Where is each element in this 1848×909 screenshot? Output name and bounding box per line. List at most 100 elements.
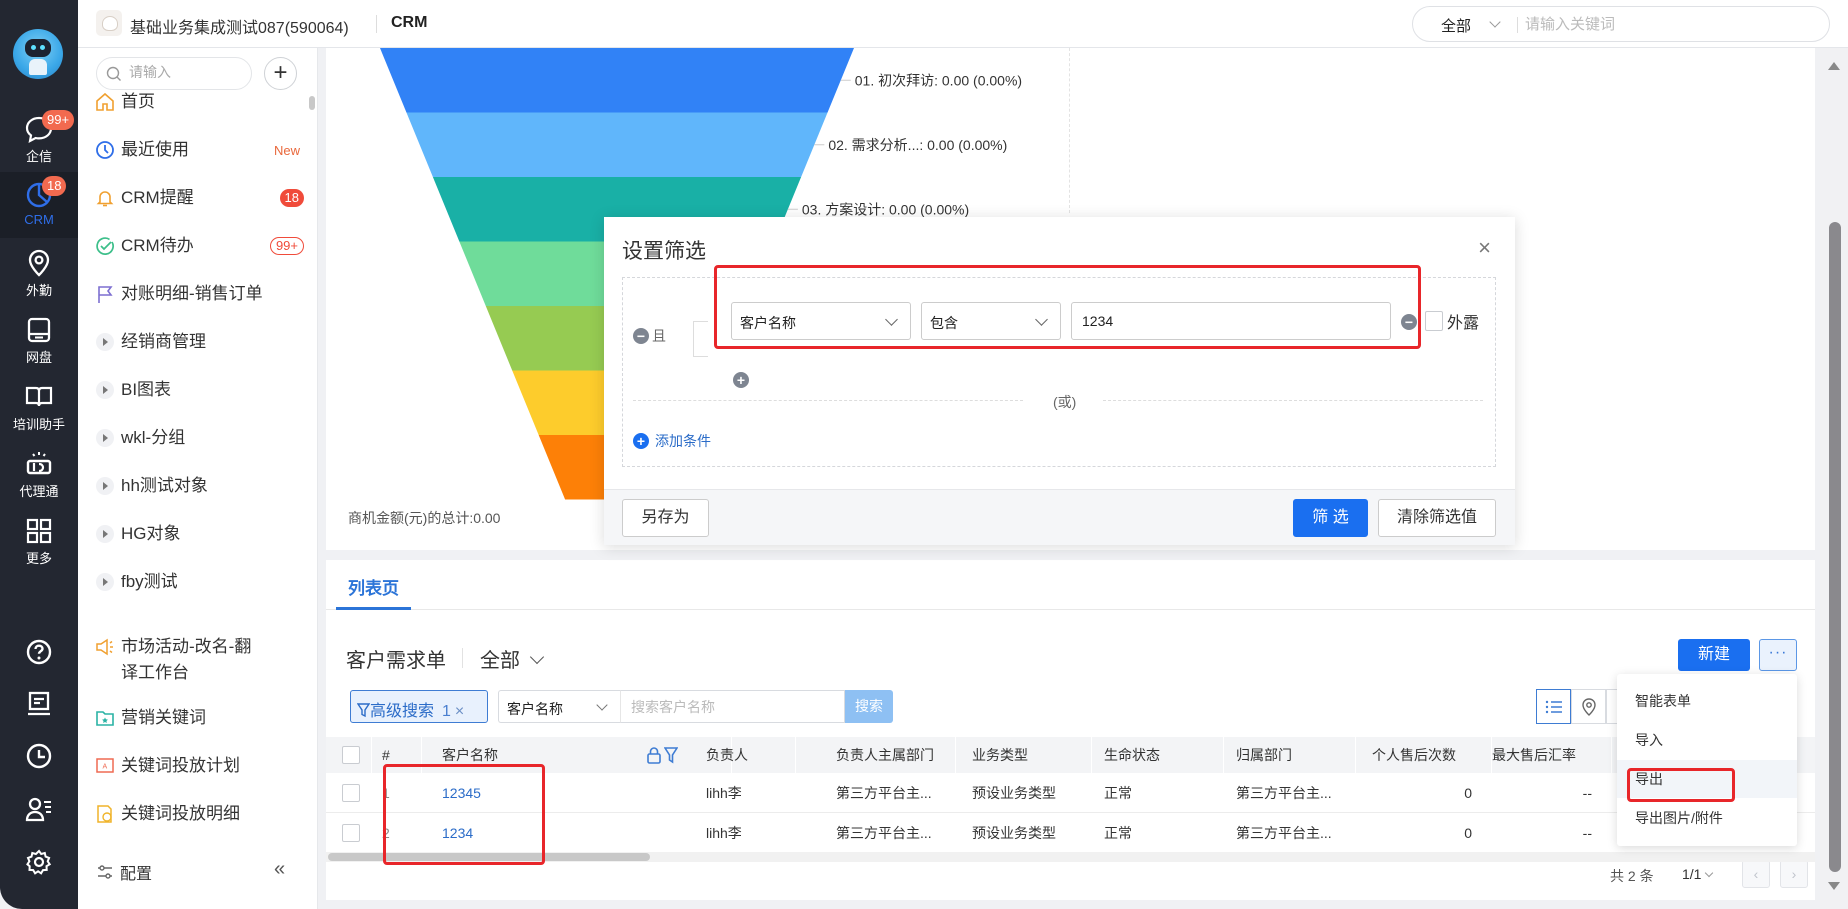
remove-group-icon[interactable]: − [633,328,649,344]
filter-field-select[interactable]: 客户名称 [731,302,911,340]
nav-item-crm-reminder[interactable]: CRM提醒 18 [94,185,304,215]
add-condition-button[interactable]: + 添加条件 [633,431,711,451]
nav-item-keywords[interactable]: 营销关键词 [94,705,304,735]
map-view-button[interactable] [1571,689,1606,724]
lock-icon[interactable] [646,746,662,764]
remove-condition-icon[interactable]: − [1401,314,1417,330]
notes-button[interactable] [0,690,78,718]
table-row[interactable]: 1 12345 lihh李 第三方平台主... 预设业务类型 正常 第三方平台主... 0 -- [326,773,1815,813]
next-page-button[interactable]: › [1780,860,1808,888]
nav-item-label: hh测试对象 [121,476,208,495]
nav-item-hg[interactable]: HG对象 [94,521,304,551]
rail-item-wangpan[interactable]: 网盘 [0,307,78,373]
history-button[interactable] [0,742,78,770]
page-scrollbar[interactable] [1820,48,1848,909]
menu-item-import[interactable]: 导入 [1617,721,1797,759]
settings-button[interactable] [0,848,78,876]
nav-scrollbar[interactable] [309,96,315,110]
save-as-button[interactable]: 另存为 [622,499,709,537]
filter-operator-select[interactable]: 包含 [921,302,1061,340]
nav-item-fby[interactable]: fby测试 [94,569,304,599]
nav-item-keyword-detail[interactable]: 关键词投放明细 [94,801,304,831]
col-dept[interactable]: 归属部门 [1236,737,1356,773]
more-actions-button[interactable]: ··· [1759,639,1797,671]
rail-item-qixin[interactable]: 企信 99+ [0,106,78,172]
row-checkbox[interactable] [342,783,360,802]
checkbox[interactable] [1425,311,1443,331]
nav-item-recent[interactable]: 最近使用 New [94,137,304,167]
column-filter-icon[interactable] [664,746,678,764]
rail-item-more[interactable]: 更多 [0,508,78,574]
close-icon[interactable]: × [1478,237,1491,259]
advanced-search-count: 1 [442,703,451,720]
add-menu-button[interactable]: + [264,57,297,90]
user-avatar[interactable] [13,29,63,79]
collapse-sidebar-icon[interactable]: « [274,858,285,881]
plus-icon: + [633,433,649,449]
prev-page-button[interactable]: ‹ [1742,860,1770,888]
menu-item-export-images[interactable]: 导出图片/附件 [1617,799,1797,837]
clear-filter-button[interactable]: 清除筛选值 [1378,499,1496,537]
expose-checkbox[interactable]: 外露 [1425,309,1479,333]
funnel-stage-2[interactable] [406,112,828,178]
nav-item-reconciliation[interactable]: 对账明细-销售订单 [94,281,304,311]
nav-search-input[interactable] [129,64,239,80]
cell-name[interactable]: 1234 [442,813,642,852]
nav-item-home[interactable]: 首页 [94,89,304,119]
scroll-down-icon[interactable] [1828,882,1840,890]
advanced-search-chip[interactable]: 高级搜索 1 × [350,690,488,723]
contacts-button[interactable] [0,795,78,823]
table-horizontal-scrollbar[interactable] [326,852,1815,862]
col-aftersale-count[interactable]: 个人售后次数 [1372,737,1492,773]
crm-badge: 18 [42,176,67,196]
list-search-input[interactable] [620,690,845,723]
select-all-checkbox[interactable] [342,746,360,764]
search-field-select[interactable]: 客户名称 [498,690,620,723]
cell-name[interactable]: 12345 [442,773,642,812]
search-button[interactable]: 搜索 [845,690,893,723]
todo-badge: 99+ [269,237,304,255]
nav-item-keyword-plan[interactable]: A 关键词投放计划 [94,753,304,783]
menu-item-smart-form[interactable]: 智能表单 [1617,682,1797,720]
help-button[interactable] [0,638,78,666]
tab-list-page[interactable]: 列表页 [336,560,411,610]
notes-icon [28,691,50,716]
dialog-title: 设置筛选 [622,240,706,263]
nav-item-label: CRM待办 [121,236,194,255]
apply-filter-button[interactable]: 筛 选 [1293,499,1368,537]
col-owner[interactable]: 负责人 [706,737,796,773]
global-search-scope[interactable]: 全部 [1441,15,1471,36]
clear-advanced-search-icon[interactable]: × [455,703,464,720]
col-status[interactable]: 生命状态 [1104,737,1224,773]
scrollbar-thumb[interactable] [328,853,650,861]
rail-item-training[interactable]: 培训助手 [0,374,78,440]
table-row[interactable]: 2 1234 lihh李 第三方平台主... 预设业务类型 正常 第三方平台主... 0 -- [326,813,1815,853]
scope-select[interactable]: 全部 [480,644,545,673]
list-view-button[interactable] [1536,689,1571,724]
nav-item-dealer[interactable]: 经销商管理 [94,329,304,359]
menu-item-export[interactable]: 导出 [1617,760,1797,798]
chevron-down-icon[interactable] [1489,16,1501,28]
col-biz-type[interactable]: 业务类型 [972,737,1092,773]
nav-item-wkl[interactable]: wkl-分组 [94,425,304,455]
global-search-input[interactable] [1525,12,1815,36]
col-owner-dept[interactable]: 负责人主属部门 [836,737,956,773]
scrollbar-thumb[interactable] [1829,222,1841,872]
nav-item-hh[interactable]: hh测试对象 [94,473,304,503]
new-button[interactable]: 新建 [1678,639,1750,671]
row-checkbox[interactable] [342,823,360,842]
nav-item-bi[interactable]: BI图表 [94,377,304,407]
filter-value-input[interactable] [1071,302,1391,340]
col-max-rate[interactable]: 最大售后汇率 [1492,737,1612,773]
add-row-icon[interactable]: + [733,372,749,388]
rail-item-crm[interactable]: CRM 18 [0,172,78,238]
page-select[interactable]: 1/1 [1682,866,1714,882]
col-customer-name[interactable]: 客户名称 [442,737,732,773]
scroll-up-icon[interactable] [1828,62,1840,70]
nav-item-marketing[interactable]: 市场活动-改名-翻译工作台 [94,634,264,690]
nav-item-crm-todo[interactable]: CRM待办 99+ [94,233,304,263]
funnel-stage-1[interactable] [380,48,854,113]
rail-item-agent[interactable]: 代理通 [0,441,78,507]
rail-item-waiqin[interactable]: 外勤 [0,240,78,306]
nav-config[interactable]: 配置 [96,860,152,884]
